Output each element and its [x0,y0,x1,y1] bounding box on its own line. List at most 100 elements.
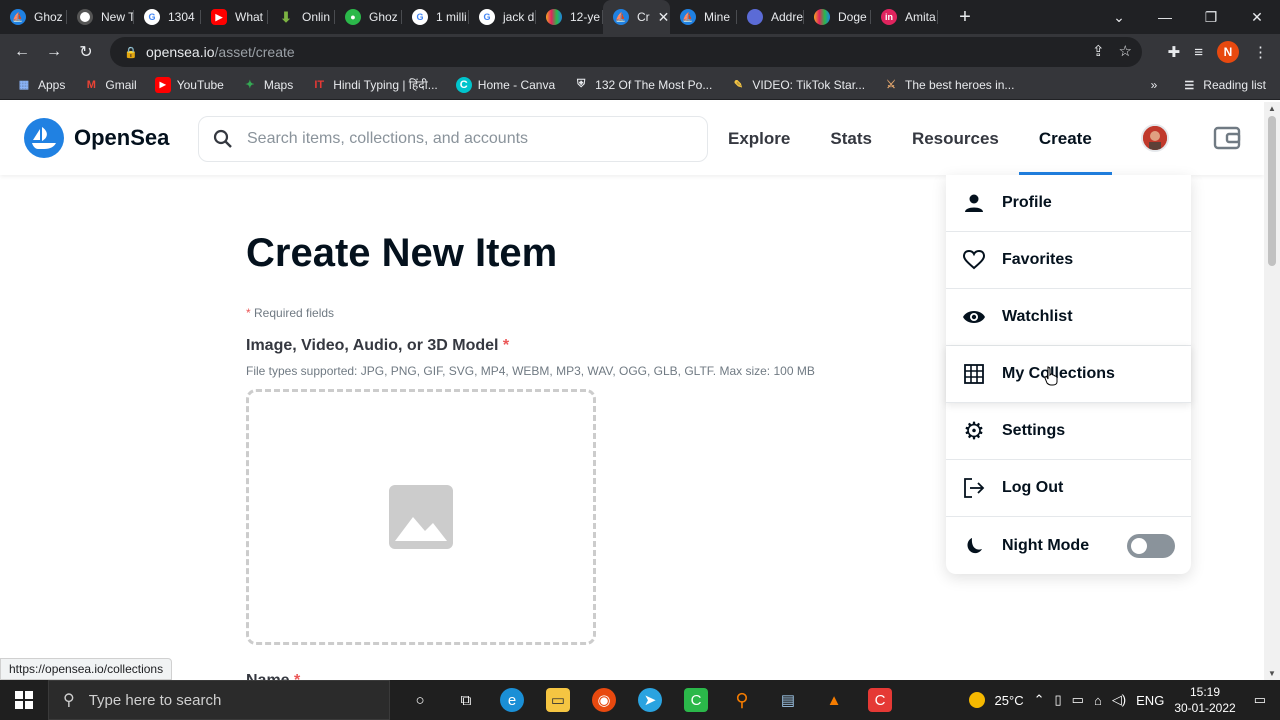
tab-11[interactable]: Addre [737,0,804,34]
forward-icon[interactable]: → [38,43,70,61]
feather-icon: ✎ [733,79,743,91]
back-icon[interactable]: ← [6,43,38,61]
volume-icon[interactable]: ◁) [1112,692,1126,708]
tab-3[interactable]: ▶ What [201,0,268,34]
bookmark-canva[interactable]: C Home - Canva [455,76,555,93]
bookmark-gmail[interactable]: M Gmail [83,77,137,93]
scrollbar-thumb[interactable] [1268,116,1276,266]
address-bar[interactable]: 🔒 opensea.io/asset/create ⇪ ☆ [110,37,1142,67]
search-input[interactable]: Search items, collections, and accounts [198,116,708,162]
menu-item-my-collections[interactable]: My Collections [946,346,1191,403]
search-app-icon[interactable]: ⚲ [730,688,754,712]
minimize-icon[interactable]: — [1142,9,1188,25]
tab-search-icon[interactable]: ⌄ [1096,9,1142,26]
language-indicator[interactable]: ENG [1136,693,1164,708]
tab-2[interactable]: G 1304 [134,0,201,34]
scroll-up-icon[interactable]: ▲ [1268,104,1276,113]
menu-item-settings[interactable]: ⚙ Settings [946,403,1191,460]
bookmark-hindi-typing[interactable]: IT Hindi Typing | हिंदी... [311,76,437,93]
menu-dots-icon[interactable]: ⋮ [1253,43,1268,61]
tab-active[interactable]: ⛵ Cr ✕ [603,0,670,34]
edge-icon[interactable]: e [500,688,524,712]
notepad-icon[interactable]: ▤ [776,688,800,712]
media-control-icon[interactable]: ≡ [1194,44,1203,61]
menu-item-favorites[interactable]: Favorites [946,232,1191,289]
bookmark-youtube[interactable]: ▶ YouTube [154,76,224,93]
download-icon: ⬇ [280,8,292,25]
close-window-icon[interactable]: ✕ [1234,9,1280,26]
weather-temp[interactable]: 25°C [995,693,1024,708]
nav-create[interactable]: Create [1018,102,1112,175]
bookmark-apps[interactable]: ▦ Apps [16,77,66,93]
new-tab-button[interactable]: + [950,6,980,29]
task-view-icon[interactable]: ⧉ [454,688,478,712]
telegram-icon[interactable]: ➤ [638,688,662,712]
clock[interactable]: 15:19 30-01-2022 [1174,684,1235,716]
bookmarks-more-icon[interactable]: » [1151,78,1158,92]
reading-list[interactable]: ☰ Reading list [1181,77,1266,93]
menu-item-watchlist[interactable]: Watchlist [946,289,1191,346]
moon-icon [962,534,986,558]
share-icon[interactable]: ⇪ [1092,42,1105,60]
bookmarks-bar: ▦ Apps M Gmail ▶ YouTube ✦ Maps IT Hindi Typi… [0,70,1280,100]
scroll-down-icon[interactable]: ▼ [1268,669,1276,678]
menu-item-night-mode[interactable]: Night Mode [946,517,1191,574]
chrome-taskbar-icon[interactable]: ◉ [592,688,616,712]
bookmark-star-icon[interactable]: ☆ [1119,42,1132,60]
camtasia-icon[interactable]: C [684,688,708,712]
file-explorer-icon[interactable]: ▭ [546,688,570,712]
page-scrollbar[interactable]: ▲ ▼ [1264,102,1280,680]
bookmark-132[interactable]: ⛨ 132 Of The Most Po... [573,77,712,93]
battery-icon[interactable]: ▭ [1072,692,1084,708]
profile-avatar[interactable]: N [1217,41,1239,63]
bookmark-maps[interactable]: ✦ Maps [242,77,293,93]
menu-item-profile[interactable]: Profile [946,175,1191,232]
tray-chevron-icon[interactable]: ⌃ [1034,692,1045,708]
tab-1[interactable]: New T [67,0,134,34]
required-fields-note: * Required fields [246,306,335,320]
tab-7[interactable]: Gjack d [469,0,536,34]
start-button[interactable] [0,680,48,720]
tab-5[interactable]: ● Ghoz [335,0,402,34]
shield-icon: ⛨ [577,78,586,90]
tab-13[interactable]: in Amita [871,0,938,34]
gear-icon: ⚙ [963,417,985,445]
usb-icon[interactable]: ▯ [1055,692,1062,708]
close-tab-icon[interactable]: ✕ [658,9,670,26]
hero-icon: ⚔ [886,79,896,91]
user-avatar[interactable] [1141,124,1169,152]
chat-icon: ● [345,9,361,25]
tab-12[interactable]: Doge [804,0,871,34]
taskbar-search-input[interactable]: ⚲ Type here to search [48,680,390,720]
bookmark-heroes[interactable]: ⚔ The best heroes in... [883,77,1014,93]
nav-explore[interactable]: Explore [728,102,790,175]
wallet-icon[interactable] [1213,125,1241,151]
bookmark-tiktok[interactable]: ✎ VIDEO: TikTok Star... [730,77,865,93]
vlc-icon[interactable]: ▲ [822,688,846,712]
page-title: Create New Item [246,231,558,275]
tab-10[interactable]: ⛵ Mine [670,0,737,34]
brand-name: OpenSea [74,125,170,150]
browser-toolbar: ← → ↻ 🔒 opensea.io/asset/create ⇪ ☆ ✚ ≡ … [0,34,1280,70]
media-upload-dropzone[interactable] [246,389,596,645]
restore-icon[interactable]: ❐ [1188,9,1234,26]
nav-stats[interactable]: Stats [830,102,872,175]
menu-item-log-out[interactable]: Log Out [946,460,1191,517]
tab-6[interactable]: G1 milli [402,0,469,34]
tab-4[interactable]: ⬇ Onlin [268,0,335,34]
opensea-logo[interactable]: OpenSea [24,118,169,158]
cortana-icon[interactable]: ○ [408,688,432,712]
nav-resources[interactable]: Resources [912,102,999,175]
notifications-icon[interactable]: ▭ [1254,692,1266,708]
media-file-types-hint: File types supported: JPG, PNG, GIF, SVG… [246,364,815,378]
network-icon[interactable]: ⌂ [1094,693,1102,708]
heart-icon [962,248,986,272]
night-mode-toggle[interactable] [1127,534,1175,558]
reload-icon[interactable]: ↻ [70,42,102,62]
recorder-icon[interactable]: C [868,688,892,712]
tab-0[interactable]: ⛵ Ghoz [0,0,67,34]
tab-8[interactable]: 12-ye [536,0,603,34]
windows-taskbar: ⚲ Type here to search ○ ⧉ e ▭ ◉ ➤ C ⚲ ▤ … [0,680,1280,720]
extensions-icon[interactable]: ✚ [1168,43,1181,61]
youtube-icon: ▶ [211,9,227,25]
